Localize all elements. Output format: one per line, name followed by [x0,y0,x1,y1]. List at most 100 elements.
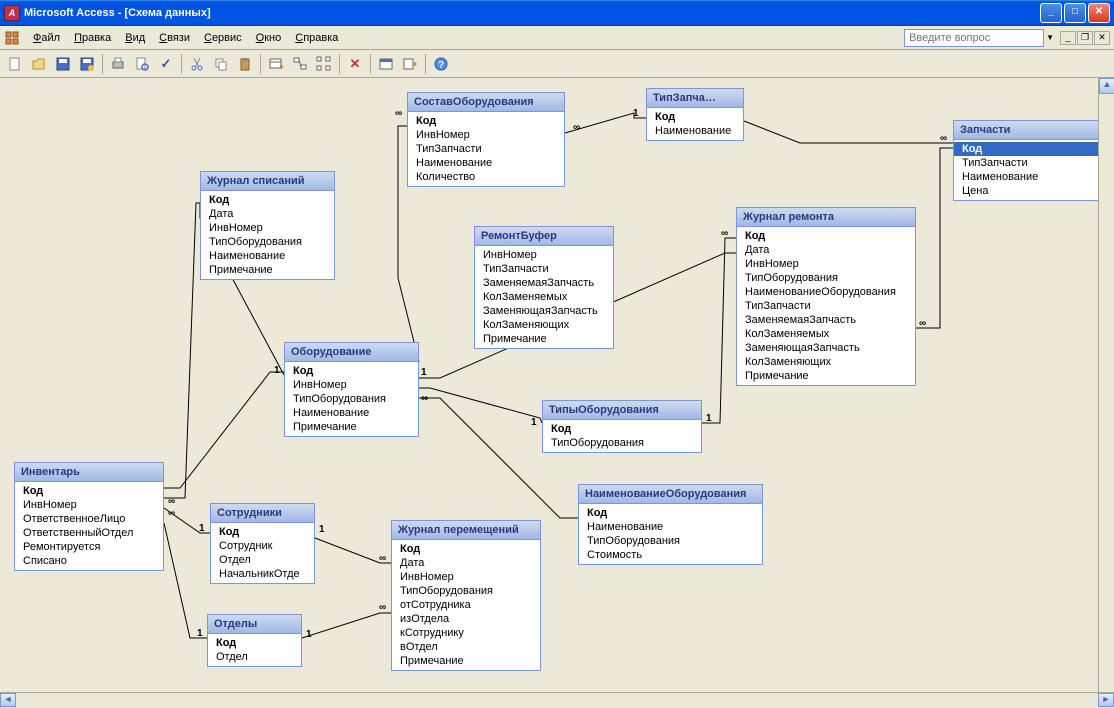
table-field[interactable]: ЗаменяемаяЗапчасть [737,313,915,327]
menu-item-0[interactable]: Файл [26,29,67,47]
table-field[interactable]: ЗаменяющаяЗапчасть [475,304,613,318]
table-field[interactable]: КолЗаменяемых [475,290,613,304]
table-field[interactable]: ТипЗапчасти [408,142,564,156]
minimize-button[interactable]: _ [1040,3,1062,23]
help-dropdown-icon[interactable]: ▼ [1046,33,1054,42]
table-field[interactable]: Код [954,142,1102,156]
table-naim_oborud[interactable]: НаименованиеОборудованияКодНаименованиеТ… [578,484,763,565]
table-field[interactable]: Стоимость [579,548,762,562]
mdi-close-button[interactable]: ✕ [1094,31,1110,45]
table-field[interactable]: ТипЗапчасти [737,299,915,313]
relationships-canvas[interactable]: 1 ∞ ∞ 1 ∞ 1 ∞ 1 1 ∞ 1 ∞ ∞ 1 1 1 1 ∞ ∞ ∞ … [0,78,1114,693]
table-field[interactable]: Код [211,525,314,539]
maximize-button[interactable]: □ [1064,3,1086,23]
table-header[interactable]: Оборудование [285,343,418,362]
table-field[interactable]: Наименование [954,170,1102,184]
close-button[interactable]: ✕ [1088,3,1110,23]
table-field[interactable]: КолЗаменяемых [737,327,915,341]
table-field[interactable]: Наименование [201,249,334,263]
table-field[interactable]: ТипОборудования [285,392,418,406]
table-field[interactable]: ОтветственныйОтдел [15,526,163,540]
table-field[interactable]: Наименование [285,406,418,420]
table-field[interactable]: Код [15,484,163,498]
table-field[interactable]: ИнвНомер [15,498,163,512]
table-field[interactable]: Примечание [285,420,418,434]
table-tipzap[interactable]: ТипЗапча… КодНаименование [646,88,744,141]
spelling-button[interactable]: ✓ [155,53,177,75]
mdi-restore-button[interactable]: ❐ [1077,31,1093,45]
table-field[interactable]: Примечание [737,369,915,383]
table-field[interactable]: Цена [954,184,1102,198]
table-field[interactable]: Ремонтируется [15,540,163,554]
table-field[interactable]: ТипОборудования [392,584,540,598]
menu-item-1[interactable]: Правка [67,29,118,47]
add-table-button[interactable]: + [265,53,287,75]
table-field[interactable]: Код [408,114,564,128]
table-field[interactable]: ИнвНомер [392,570,540,584]
table-field[interactable]: Код [579,506,762,520]
table-field[interactable]: Код [208,636,301,650]
table-field[interactable]: ТипЗапчасти [475,262,613,276]
table-header[interactable]: РемонтБуфер [475,227,613,246]
table-field[interactable]: Код [392,542,540,556]
menu-item-6[interactable]: Справка [288,29,345,47]
vertical-scrollbar[interactable]: ▲ [1098,78,1114,692]
table-field[interactable]: Код [647,110,743,124]
table-field[interactable]: Примечание [201,263,334,277]
table-field[interactable]: ИнвНомер [475,248,613,262]
table-field[interactable]: ИнвНомер [285,378,418,392]
table-field[interactable]: изОтдела [392,612,540,626]
table-field[interactable]: отСотрудника [392,598,540,612]
table-sotrudniki[interactable]: СотрудникиКодСотрудникОтделНачальникОтде [210,503,315,584]
menu-item-5[interactable]: Окно [249,29,289,47]
help-button[interactable]: ? [430,53,452,75]
table-otdely[interactable]: ОтделыКодОтдел [207,614,302,667]
print-preview-button[interactable] [131,53,153,75]
table-field[interactable]: ТипОборудования [737,271,915,285]
table-header[interactable]: Запчасти [954,121,1102,140]
table-header[interactable]: Сотрудники [211,504,314,523]
mdi-minimize-button[interactable]: _ [1060,31,1076,45]
table-field[interactable]: Примечание [475,332,613,346]
table-tipy_oborud[interactable]: ТипыОборудованияКодТипОборудования [542,400,702,453]
scroll-up-button[interactable]: ▲ [1099,78,1114,94]
table-field[interactable]: КолЗаменяющих [737,355,915,369]
table-header[interactable]: НаименованиеОборудования [579,485,762,504]
table-field[interactable]: ОтветственноеЛицо [15,512,163,526]
table-field[interactable]: Дата [737,243,915,257]
table-field[interactable]: Количество [408,170,564,184]
new-object-button[interactable] [399,53,421,75]
table-sostav[interactable]: СоставОборудованияКодИнвНомерТипЗапчасти… [407,92,565,187]
table-field[interactable]: Наименование [408,156,564,170]
table-field[interactable]: КолЗаменяющих [475,318,613,332]
table-oborudovanie[interactable]: ОборудованиеКодИнвНомерТипОборудованияНа… [284,342,419,437]
table-field[interactable]: ТипОборудования [543,436,701,450]
table-field[interactable]: ИнвНомер [201,221,334,235]
table-field[interactable]: ЗаменяющаяЗапчасть [737,341,915,355]
print-button[interactable] [107,53,129,75]
menu-item-3[interactable]: Связи [152,29,197,47]
scroll-right-button[interactable]: ► [1098,693,1114,707]
table-field[interactable]: ТипОборудования [201,235,334,249]
clear-layout-button[interactable]: ✕ [344,53,366,75]
cut-button[interactable] [186,53,208,75]
table-field[interactable]: Дата [201,207,334,221]
database-window-button[interactable] [375,53,397,75]
new-button[interactable] [4,53,26,75]
table-field[interactable]: Наименование [647,124,743,138]
table-header[interactable]: ТипыОборудования [543,401,701,420]
table-field[interactable]: Код [201,193,334,207]
table-header[interactable]: Журнал списаний [201,172,334,191]
show-all-button[interactable] [313,53,335,75]
paste-button[interactable] [234,53,256,75]
table-field[interactable]: ИнвНомер [408,128,564,142]
copy-button[interactable] [210,53,232,75]
table-field[interactable]: ЗаменяемаяЗапчасть [475,276,613,290]
table-jurnal_perem[interactable]: Журнал перемещенийКодДатаИнвНомерТипОбор… [391,520,541,671]
table-field[interactable]: НачальникОтде [211,567,314,581]
save-button[interactable] [52,53,74,75]
table-header[interactable]: Журнал ремонта [737,208,915,227]
table-header[interactable]: ТипЗапча… [647,89,743,108]
table-field[interactable]: Отдел [211,553,314,567]
table-field[interactable]: Списано [15,554,163,568]
